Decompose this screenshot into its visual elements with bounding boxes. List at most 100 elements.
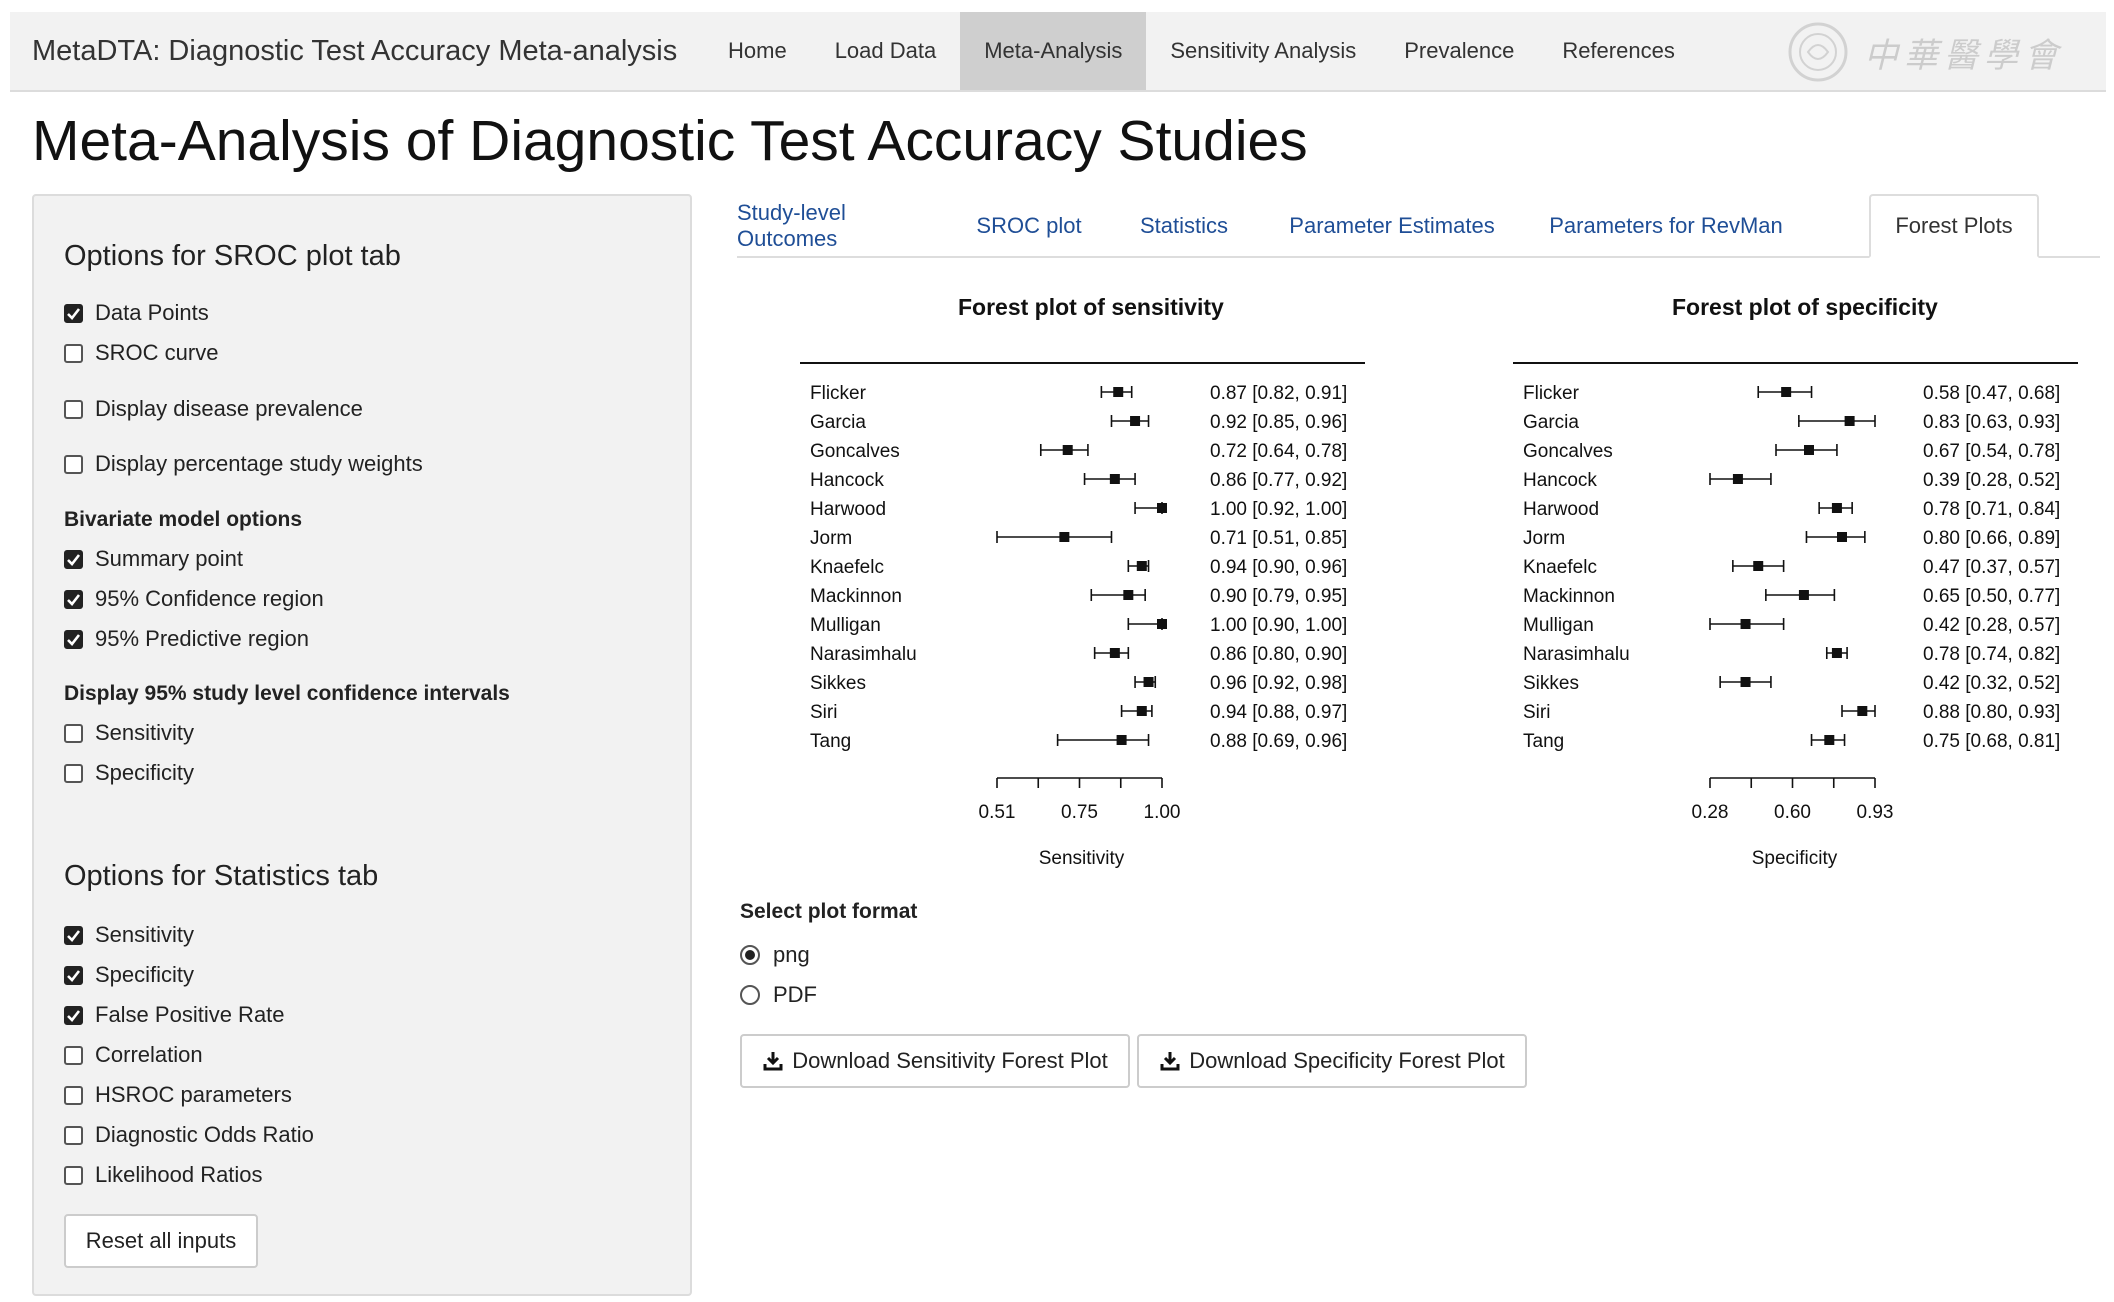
sens-estimate-label: 0.94 [0.88, 0.97] bbox=[1210, 702, 1347, 723]
checkbox-label: Likelihood Ratios bbox=[95, 1162, 263, 1187]
checkbox-study-weights[interactable]: Display percentage study weights bbox=[64, 451, 423, 477]
sens-point-estimate bbox=[1113, 387, 1124, 397]
app-brand[interactable]: MetaDTA: Diagnostic Test Accuracy Meta-a… bbox=[10, 12, 704, 90]
spec-study-label: Hancock bbox=[1523, 470, 1597, 491]
sens-estimate-label: 1.00 [0.92, 1.00] bbox=[1210, 499, 1347, 520]
spec-point-estimate bbox=[1740, 619, 1751, 629]
download-icon bbox=[1159, 1050, 1181, 1072]
checkbox-disease-prevalence[interactable]: Display disease prevalence bbox=[64, 396, 363, 422]
spec-estimate-label: 0.42 [0.32, 0.52] bbox=[1923, 673, 2060, 694]
reset-inputs-button[interactable]: Reset all inputs bbox=[64, 1214, 258, 1268]
checkbox-box[interactable] bbox=[64, 589, 83, 609]
sensitivity-forest-plot: Flicker 0.87 [0.82, 0.91] Garcia 0.92 [0.85… bbox=[800, 362, 1365, 869]
checkbox-box[interactable] bbox=[64, 629, 83, 649]
checkbox-stat-sensitivity[interactable]: Sensitivity bbox=[64, 922, 194, 948]
sens-point-estimate bbox=[1116, 735, 1127, 745]
tab-parameters-revman[interactable]: Parameters for RevMan bbox=[1531, 194, 1801, 258]
checkbox-predictive-region[interactable]: 95% Predictive region bbox=[64, 626, 309, 652]
checkbox-label: Summary point bbox=[95, 546, 243, 571]
checkbox-box[interactable] bbox=[64, 925, 83, 945]
checkbox-box[interactable] bbox=[64, 549, 83, 569]
sens-estimate-label: 1.00 [0.90, 1.00] bbox=[1210, 615, 1347, 636]
spec-point-estimate bbox=[1732, 474, 1743, 484]
spec-point-estimate bbox=[1831, 648, 1842, 658]
nav-prevalence[interactable]: Prevalence bbox=[1380, 12, 1538, 90]
sens-study-label: Hancock bbox=[810, 470, 884, 491]
check-icon bbox=[67, 553, 81, 566]
sens-point-estimate bbox=[1130, 416, 1141, 426]
sens-study-label: Tang bbox=[810, 731, 851, 752]
checkbox-box[interactable] bbox=[64, 399, 83, 419]
check-icon bbox=[67, 593, 81, 606]
checkbox-label: SROC curve bbox=[95, 340, 219, 365]
checkbox-stat-likelihood[interactable]: Likelihood Ratios bbox=[64, 1162, 263, 1188]
checkbox-stat-correlation[interactable]: Correlation bbox=[64, 1042, 203, 1068]
spec-study-label: Mulligan bbox=[1523, 615, 1594, 636]
checkbox-box[interactable] bbox=[64, 454, 83, 474]
checkbox-label: Specificity bbox=[95, 760, 195, 785]
checkbox-box[interactable] bbox=[64, 303, 83, 323]
check-icon bbox=[67, 1009, 81, 1022]
nav-meta-analysis[interactable]: Meta-Analysis bbox=[960, 12, 1147, 90]
sens-point-estimate bbox=[1136, 706, 1147, 716]
radio-png[interactable]: png bbox=[740, 942, 810, 968]
spec-study-label: Jorm bbox=[1523, 528, 1565, 549]
checkbox-box[interactable] bbox=[64, 723, 83, 743]
options-sidebar: Options for SROC plot tab Data Points SR… bbox=[32, 194, 692, 1296]
radio-circle[interactable] bbox=[740, 985, 760, 1005]
download-sensitivity-button[interactable]: Download Sensitivity Forest Plot bbox=[740, 1034, 1130, 1088]
nav-references[interactable]: References bbox=[1538, 12, 1699, 90]
check-icon bbox=[67, 633, 81, 646]
nav-home[interactable]: Home bbox=[704, 12, 811, 90]
checkbox-box[interactable] bbox=[64, 343, 83, 363]
spec-point-estimate bbox=[1740, 677, 1751, 687]
checkbox-box[interactable] bbox=[64, 1005, 83, 1025]
checkbox-label: Display percentage study weights bbox=[95, 451, 423, 476]
checkbox-label: Correlation bbox=[95, 1042, 203, 1067]
sens-study-label: Garcia bbox=[810, 412, 866, 433]
tab-parameter-estimates[interactable]: Parameter Estimates bbox=[1269, 194, 1515, 258]
checkbox-stat-fpr[interactable]: False Positive Rate bbox=[64, 1002, 285, 1028]
checkbox-sroc-curve[interactable]: SROC curve bbox=[64, 340, 218, 366]
sens-study-label: Harwood bbox=[810, 499, 886, 520]
radio-pdf[interactable]: PDF bbox=[740, 982, 817, 1008]
sens-study-label: Mulligan bbox=[810, 615, 881, 636]
spec-estimate-label: 0.42 [0.28, 0.57] bbox=[1923, 615, 2060, 636]
checkbox-box[interactable] bbox=[64, 1165, 83, 1185]
specificity-forest-plot: Flicker 0.58 [0.47, 0.68] Garcia 0.83 [0.63… bbox=[1513, 362, 2078, 869]
tab-statistics[interactable]: Statistics bbox=[1117, 194, 1251, 258]
checkbox-box[interactable] bbox=[64, 1085, 83, 1105]
checkbox-box[interactable] bbox=[64, 1045, 83, 1065]
sens-estimate-label: 0.86 [0.80, 0.90] bbox=[1210, 644, 1347, 665]
download-specificity-button[interactable]: Download Specificity Forest Plot bbox=[1137, 1034, 1527, 1088]
spec-point-estimate bbox=[1844, 416, 1855, 426]
sens-point-estimate bbox=[1157, 503, 1167, 513]
checkbox-stat-specificity[interactable]: Specificity bbox=[64, 962, 194, 988]
checkbox-box[interactable] bbox=[64, 1125, 83, 1145]
checkbox-box[interactable] bbox=[64, 965, 83, 985]
spec-point-estimate bbox=[1831, 503, 1842, 513]
checkbox-label: 95% Confidence region bbox=[95, 586, 324, 611]
tab-study-level-outcomes[interactable]: Study-level Outcomes bbox=[737, 194, 937, 258]
page-title: Meta-Analysis of Diagnostic Test Accurac… bbox=[32, 109, 1308, 173]
nav-sensitivity-analysis[interactable]: Sensitivity Analysis bbox=[1146, 12, 1380, 90]
checkbox-confidence-region[interactable]: 95% Confidence region bbox=[64, 586, 324, 612]
sens-x-tick-label: 0.51 bbox=[979, 802, 1016, 823]
spec-estimate-label: 0.67 [0.54, 0.78] bbox=[1923, 441, 2060, 462]
checkbox-stat-dor[interactable]: Diagnostic Odds Ratio bbox=[64, 1122, 314, 1148]
checkbox-ci-sensitivity[interactable]: Sensitivity bbox=[64, 720, 194, 746]
tab-forest-plots[interactable]: Forest Plots bbox=[1869, 194, 2039, 258]
checkbox-summary-point[interactable]: Summary point bbox=[64, 546, 243, 572]
spec-point-estimate bbox=[1804, 445, 1814, 455]
sens-study-label: Flicker bbox=[810, 383, 867, 404]
checkbox-box[interactable] bbox=[64, 763, 83, 783]
checkbox-data-points[interactable]: Data Points bbox=[64, 300, 209, 326]
sens-point-estimate bbox=[1109, 474, 1120, 484]
checkbox-stat-hsroc[interactable]: HSROC parameters bbox=[64, 1082, 292, 1108]
checkbox-ci-specificity[interactable]: Specificity bbox=[64, 760, 194, 786]
nav-load-data[interactable]: Load Data bbox=[811, 12, 961, 90]
radio-circle[interactable] bbox=[740, 945, 760, 965]
sens-estimate-label: 0.90 [0.79, 0.95] bbox=[1210, 586, 1347, 607]
tab-sroc-plot[interactable]: SROC plot bbox=[959, 194, 1099, 258]
spec-estimate-label: 0.78 [0.74, 0.82] bbox=[1923, 644, 2060, 665]
